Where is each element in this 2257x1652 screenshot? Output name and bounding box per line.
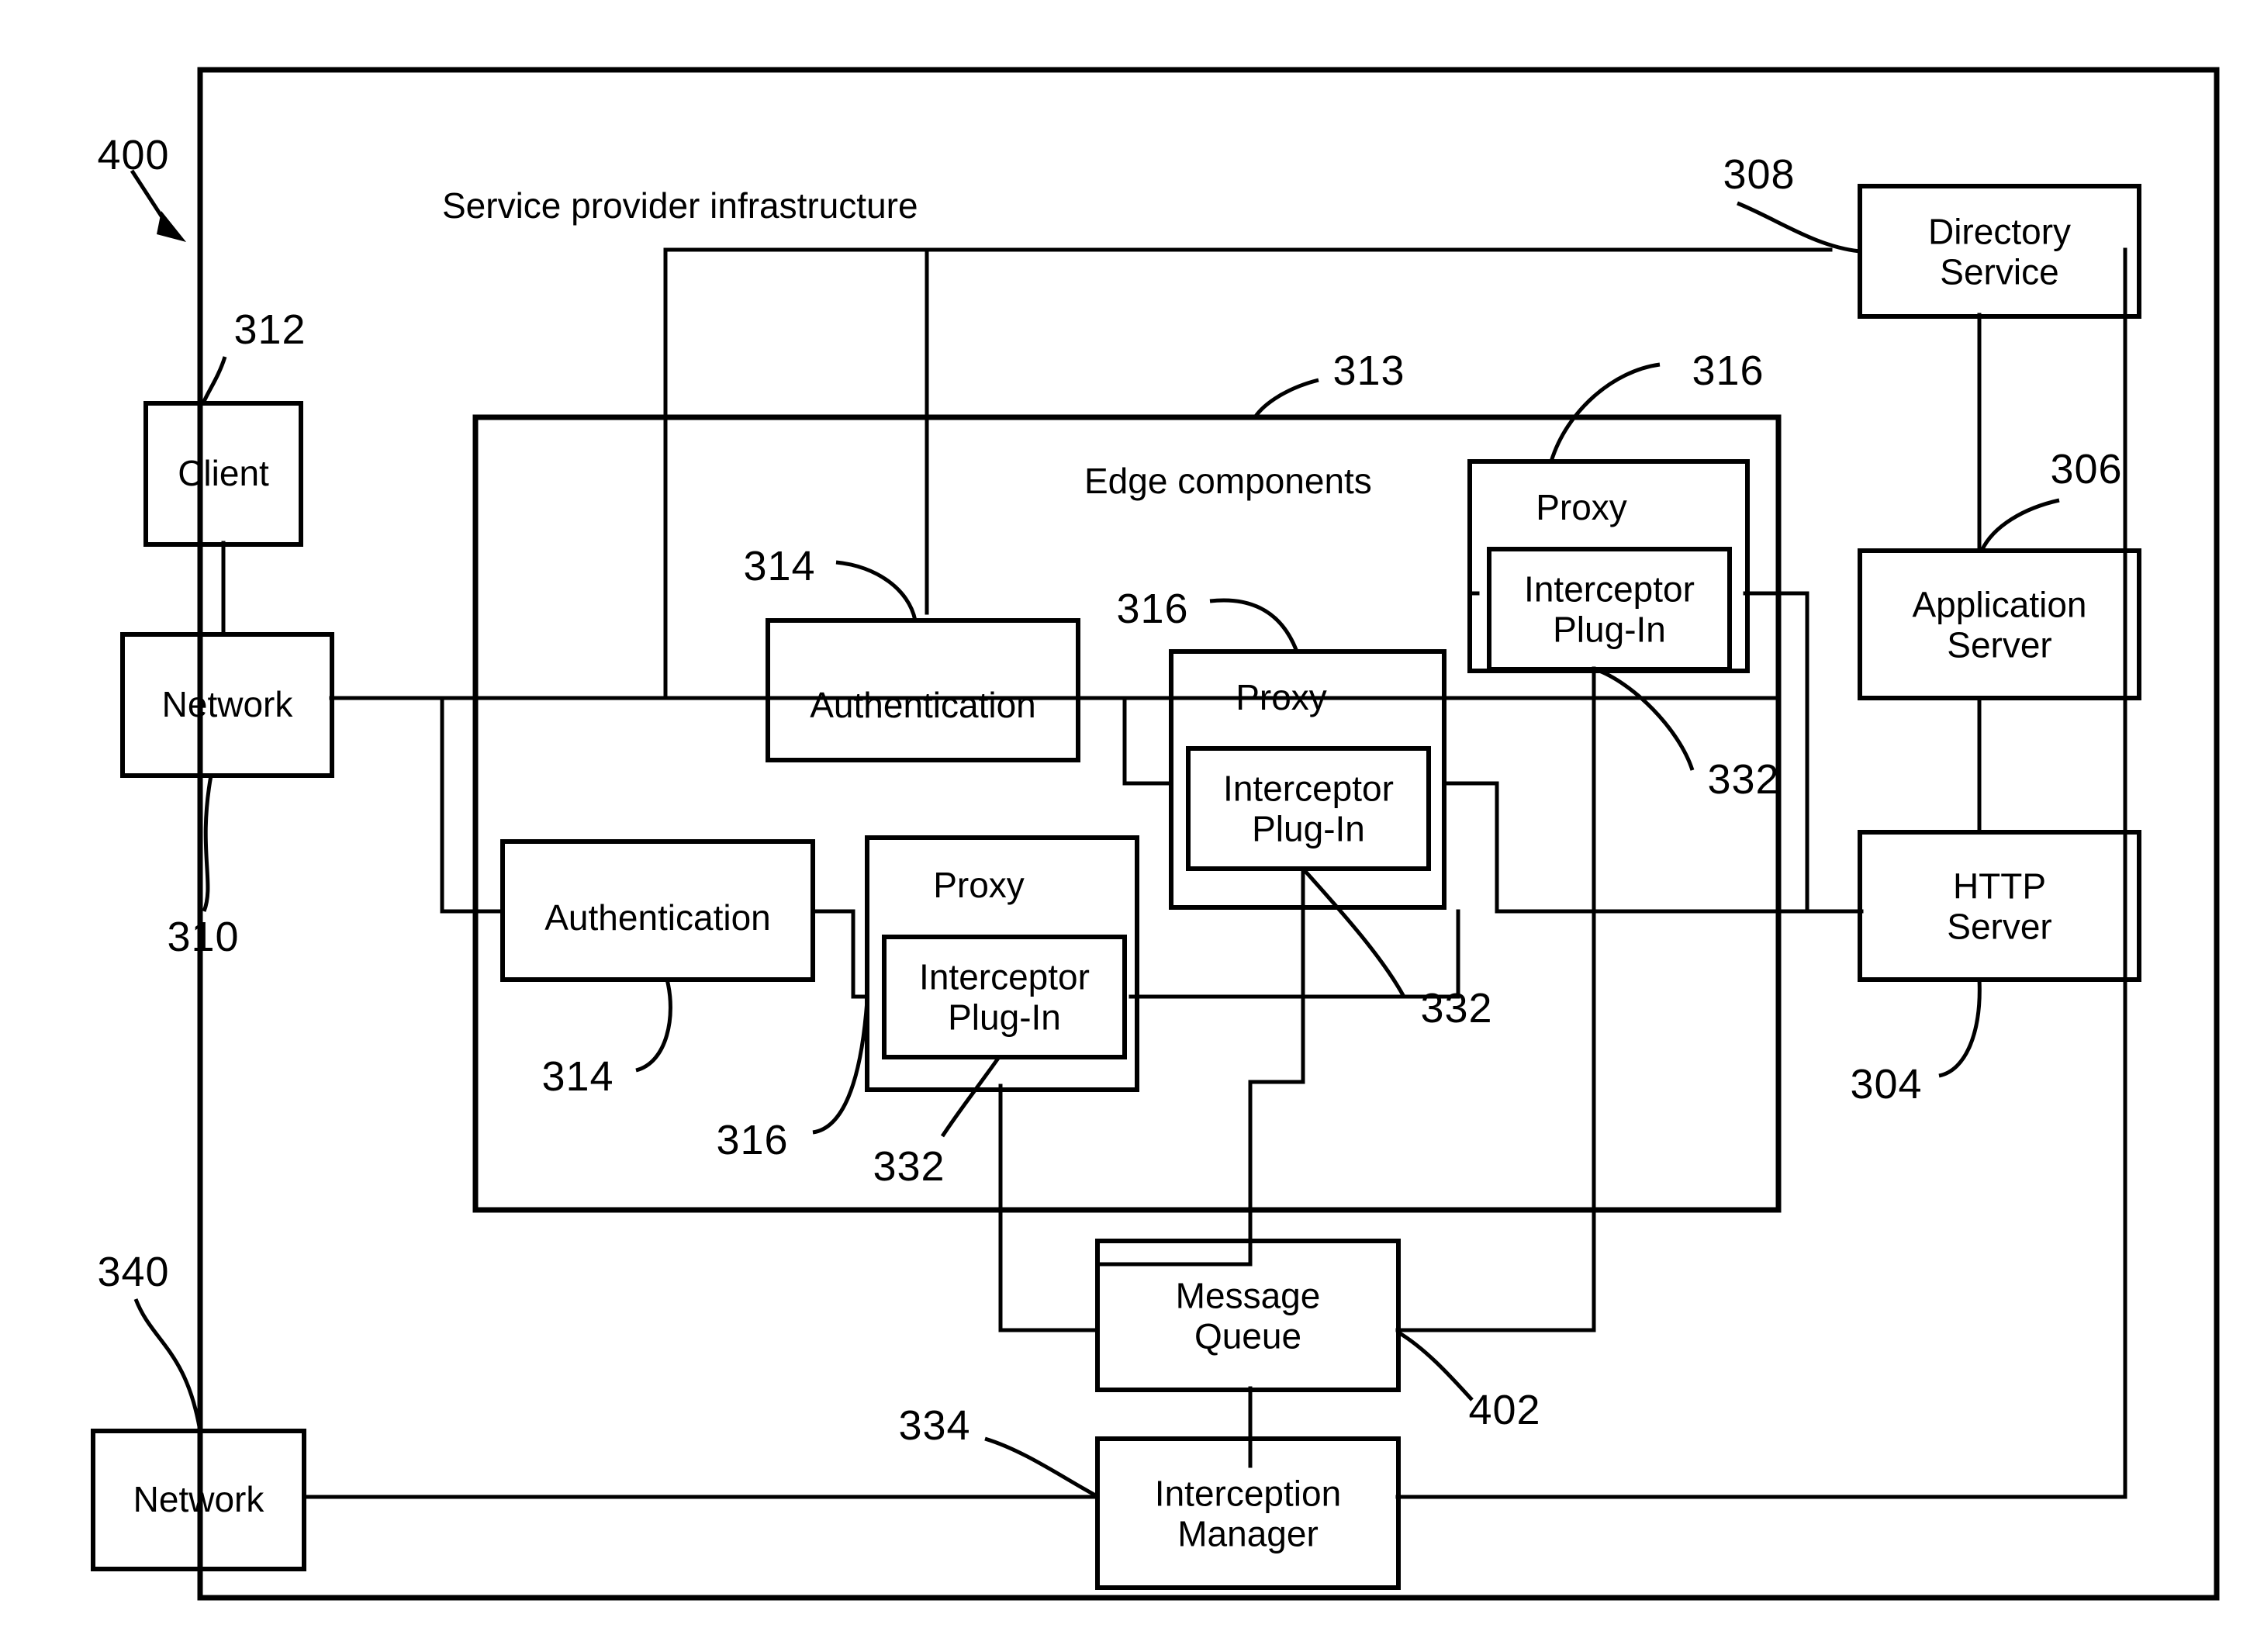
diagram-vector-layer — [91, 67, 2220, 1601]
proxy-top-box — [1467, 459, 1750, 673]
arrowhead-400 — [157, 211, 186, 242]
network-top-box — [120, 632, 334, 778]
interceptor-plugin-top-box — [1487, 547, 1732, 672]
component-boxes — [91, 184, 2141, 1590]
leader-314-lower — [635, 979, 672, 1073]
leader-313 — [1253, 378, 1319, 419]
patent-figure-canvas: Service provider infrastructure Edge com… — [0, 0, 2257, 1652]
leader-316-mid — [1209, 598, 1299, 652]
leader-332-mid — [1301, 867, 1406, 998]
leader-332-top — [1595, 667, 1695, 771]
interceptor-plugin-mid-box — [1186, 746, 1431, 871]
interceptor-plugin-low-box — [882, 935, 1127, 1059]
leader-332-low — [940, 1056, 1001, 1138]
application-server-box — [1858, 548, 2141, 700]
leader-402 — [1397, 1330, 1474, 1401]
authentication-lower-box — [500, 839, 815, 982]
leader-314-upper — [835, 560, 918, 621]
leader-340 — [133, 1298, 202, 1432]
leader-306 — [1979, 498, 2060, 552]
proxy-low-box — [865, 835, 1139, 1092]
leader-316-top — [1549, 362, 1661, 462]
authentication-upper-box — [766, 618, 1080, 762]
client-box — [143, 401, 303, 547]
leader-312 — [201, 356, 227, 404]
leader-334 — [984, 1436, 1100, 1499]
leader-308 — [1737, 201, 1861, 254]
connector-lines — [221, 247, 2127, 1499]
leader-310 — [202, 775, 213, 912]
http-server-box — [1858, 830, 2141, 982]
leader-304 — [1938, 979, 1982, 1078]
interception-manager-box — [1095, 1436, 1401, 1590]
directory-service-box — [1858, 184, 2141, 319]
leader-316-low — [812, 1000, 869, 1135]
